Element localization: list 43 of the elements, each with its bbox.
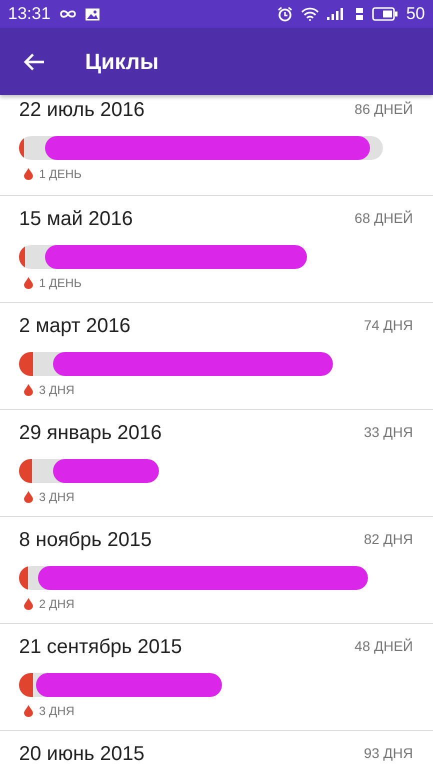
alarm-icon — [277, 6, 294, 22]
cycle-row[interactable]: 21 сентябрь 2015 48 ДНЕЙ 3 ДНЯ — [0, 624, 433, 731]
cycle-row[interactable]: 22 июль 2016 86 ДНЕЙ 1 ДЕНЬ — [0, 95, 433, 196]
cycle-length: 93 ДНЯ — [364, 745, 413, 761]
period-length: 3 ДНЯ — [39, 383, 74, 397]
cycle-length: 86 ДНЕЙ — [354, 101, 413, 117]
drop-icon — [24, 277, 33, 289]
infinity-icon — [58, 9, 77, 19]
cycle-length: 33 ДНЯ — [364, 424, 413, 440]
drop-icon — [24, 598, 33, 610]
cycle-date: 29 январь 2016 — [19, 422, 162, 445]
period-length: 3 ДНЯ — [39, 704, 74, 718]
cycle-date: 15 май 2016 — [19, 208, 133, 231]
cycle-row[interactable]: 2 март 2016 74 ДНЯ 3 ДНЯ — [0, 303, 433, 410]
period-length: 1 ДЕНЬ — [39, 167, 82, 181]
cycle-row[interactable]: 8 ноябрь 2015 82 ДНЯ 2 ДНЯ — [0, 517, 433, 624]
back-arrow-icon — [23, 52, 45, 70]
cycle-length: 48 ДНЕЙ — [354, 638, 413, 654]
screen-title: Циклы — [85, 48, 159, 74]
period-length: 2 ДНЯ — [39, 597, 74, 611]
cycle-date: 2 март 2016 — [19, 315, 130, 338]
lte-icon — [355, 7, 364, 21]
cycle-row[interactable]: 15 май 2016 68 ДНЕЙ 1 ДЕНЬ — [0, 196, 433, 303]
wifi-icon — [301, 7, 320, 21]
cycle-row[interactable]: 20 июнь 2015 93 ДНЯ — [0, 731, 433, 770]
period-length: 1 ДЕНЬ — [39, 276, 82, 290]
cycle-length: 82 ДНЯ — [364, 531, 413, 547]
cycle-date: 21 сентябрь 2015 — [19, 636, 182, 659]
cycle-length: 74 ДНЯ — [364, 317, 413, 333]
cycle-length: 68 ДНЕЙ — [354, 210, 413, 226]
drop-icon — [24, 168, 33, 180]
cycle-date: 8 ноябрь 2015 — [19, 529, 152, 552]
battery-icon — [372, 7, 398, 21]
cycle-date: 20 июнь 2015 — [19, 743, 144, 766]
cycle-date: 22 июль 2016 — [19, 99, 145, 122]
period-length: 3 ДНЯ — [39, 490, 74, 504]
drop-icon — [24, 384, 33, 396]
drop-icon — [24, 491, 33, 503]
drop-icon — [24, 705, 33, 717]
image-icon — [84, 8, 100, 20]
status-time: 13:31 — [8, 4, 51, 24]
battery-level: 50 — [406, 4, 425, 24]
cycle-row[interactable]: 29 январь 2016 33 ДНЯ 3 ДНЯ — [0, 410, 433, 517]
